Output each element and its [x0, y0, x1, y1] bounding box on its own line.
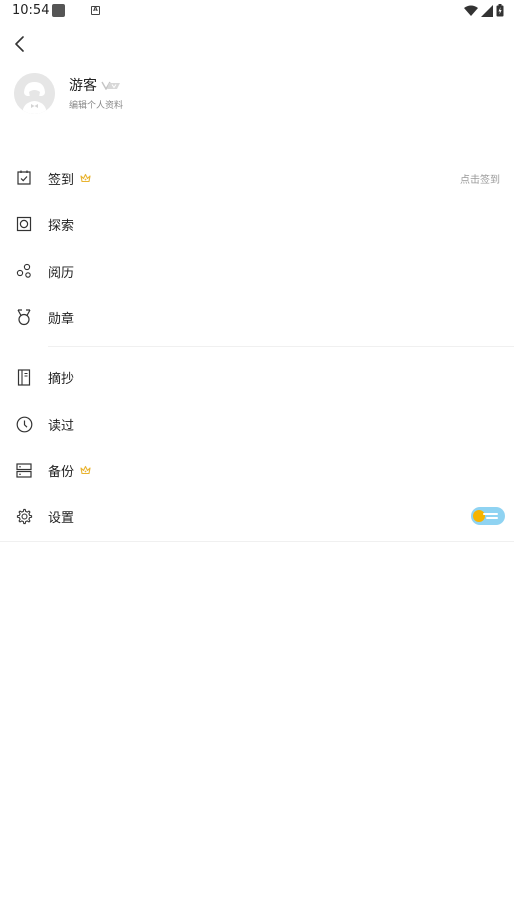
profile-screen: 10:54 A 游客 编辑个人资料 签到 点击签到 探索 阅历 勋章 摘抄 读过…: [0, 0, 514, 913]
menu-item-history[interactable]: 阅历: [0, 248, 514, 294]
status-time: 10:54: [12, 3, 50, 18]
menu-item-label: 签到: [48, 172, 75, 188]
menu-bottom-divider: [0, 541, 514, 542]
clock-icon: [15, 415, 33, 433]
signal-icon: [481, 4, 493, 17]
profile-name-row: 游客: [69, 75, 123, 95]
menu-item-backup[interactable]: 备份: [0, 447, 514, 493]
crown-icon: [80, 173, 91, 183]
gear-icon: [15, 507, 33, 525]
section-divider: [48, 346, 514, 347]
default-avatar-icon: [14, 72, 55, 114]
explore-square-icon: [15, 215, 33, 233]
menu-item-settings[interactable]: 设置: [0, 493, 514, 539]
avatar[interactable]: [14, 72, 55, 114]
menu-item-label: 读过: [48, 418, 75, 434]
menu-item-medal[interactable]: 勋章: [0, 294, 514, 340]
profile-header[interactable]: 游客 编辑个人资料: [14, 72, 123, 114]
edit-profile-link[interactable]: 编辑个人资料: [69, 98, 123, 111]
sun-icon: [473, 510, 485, 522]
wifi-icon: [464, 5, 478, 16]
vip-badge-icon: [101, 81, 120, 90]
profile-name: 游客: [69, 78, 97, 94]
status-bar: 10:54 A: [0, 0, 514, 22]
a-badge-icon: A: [91, 6, 100, 15]
menu-item-label: 设置: [48, 510, 75, 526]
menu-item-read[interactable]: 读过: [0, 401, 514, 447]
toggle-stripe: [483, 513, 498, 515]
back-arrow-icon: [15, 36, 24, 52]
profile-text: 游客 编辑个人资料: [69, 75, 123, 111]
toggle-stripe: [486, 517, 498, 519]
menu-item-label: 探索: [48, 218, 75, 234]
menu-item-explore[interactable]: 探索: [0, 201, 514, 247]
menu-item-excerpts[interactable]: 摘抄: [0, 354, 514, 400]
status-icons: [464, 4, 504, 17]
checkin-hint[interactable]: 点击签到: [460, 171, 500, 186]
back-button[interactable]: [8, 32, 32, 56]
history-bubbles-icon: [15, 262, 33, 280]
medal-icon: [15, 308, 33, 326]
checkin-calendar-icon: [15, 169, 33, 187]
notebook-icon: [15, 368, 33, 386]
crown-icon: [80, 465, 91, 475]
menu-item-label: 勋章: [48, 311, 75, 327]
menu-item-label: 阅历: [48, 265, 75, 281]
backup-server-icon: [15, 461, 33, 479]
theme-toggle[interactable]: [471, 507, 505, 525]
notification-square-icon: [52, 4, 65, 17]
menu-item-checkin[interactable]: 签到 点击签到: [0, 155, 514, 201]
battery-icon: [496, 4, 504, 17]
menu-item-label: 备份: [48, 464, 75, 480]
menu-item-label: 摘抄: [48, 371, 75, 387]
